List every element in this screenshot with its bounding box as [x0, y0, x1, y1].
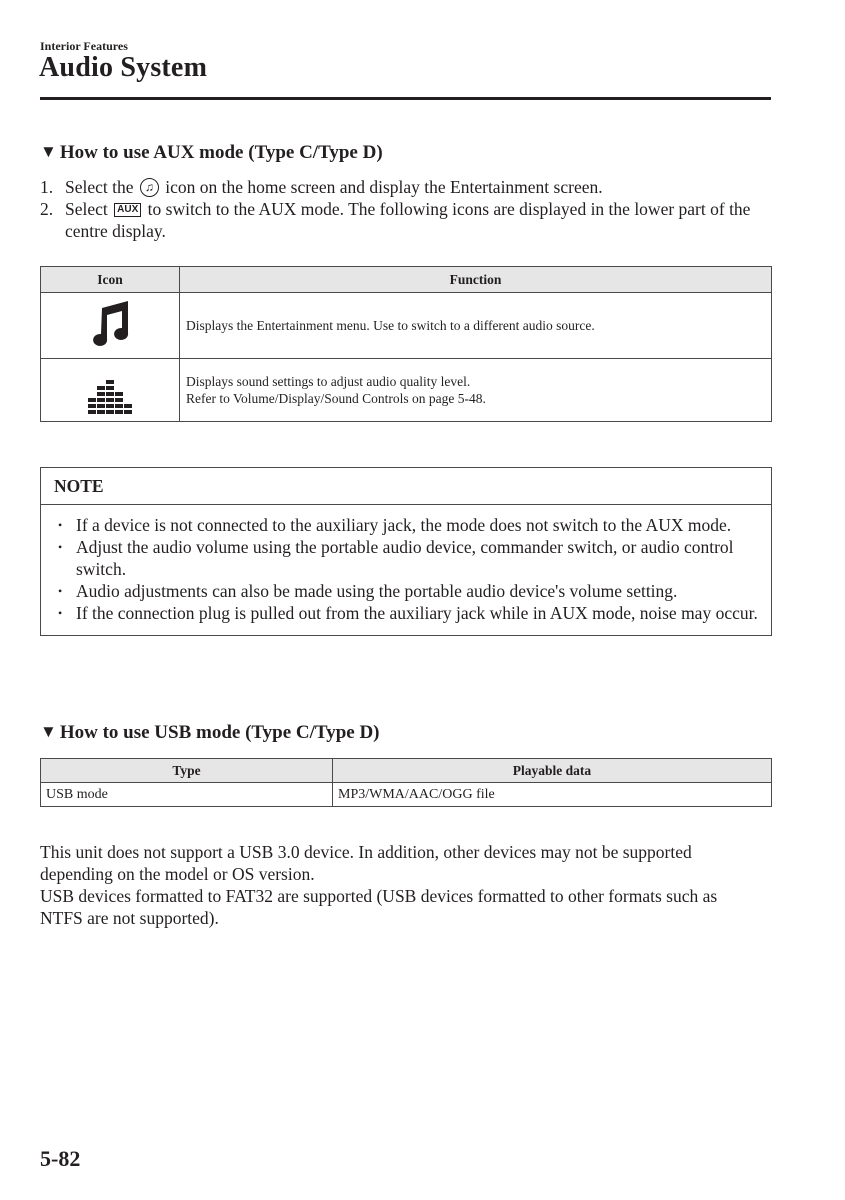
type-cell: USB mode: [40, 782, 333, 807]
step-item: 2. Select AUX to switch to the AUX mode.…: [40, 198, 780, 242]
icon-cell: [40, 358, 180, 422]
icon-function-table: Icon Function Displays the Entertainment…: [40, 266, 772, 422]
note-text: If the connection plug is pulled out fro…: [76, 603, 758, 623]
note-text: If a device is not connected to the auxi…: [76, 515, 732, 535]
bullet-icon: •: [58, 584, 63, 598]
page-title: Audio System: [39, 52, 208, 83]
note-item: • Adjust the audio volume using the port…: [58, 536, 761, 580]
note-text: Adjust the audio volume using the portab…: [76, 537, 734, 579]
step-text-before: Select: [65, 199, 108, 219]
usb-heading-text: How to use USB mode (Type C/Type D): [59, 722, 380, 743]
bullet-icon: •: [58, 540, 63, 554]
note-item: • If the connection plug is pulled out f…: [58, 602, 761, 624]
step-text-after: icon on the home screen and display the …: [165, 177, 603, 197]
step-text: Select AUX to switch to the AUX mode. Th…: [65, 198, 780, 242]
step-number: 2.: [40, 199, 54, 219]
function-cell: Displays sound settings to adjust audio …: [179, 358, 772, 422]
aux-heading: ▼ How to use AUX mode (Type C/Type D): [40, 142, 383, 164]
icon-cell: [40, 292, 180, 359]
music-note-circle-icon: ♫: [139, 177, 159, 197]
note-text: Audio adjustments can also be made using…: [76, 581, 678, 601]
aux-button-icon: AUX: [114, 203, 142, 217]
paragraph: This unit does not support a USB 3.0 dev…: [40, 842, 692, 884]
function-text: Displays the Entertainment menu. Use to …: [186, 318, 595, 333]
bullet-icon: •: [58, 518, 63, 532]
note-item: • Audio adjustments can also be made usi…: [58, 580, 761, 602]
table-row: USB mode MP3/WMA/AAC/OGG file: [40, 782, 772, 807]
column-header-playable-data: Playable data: [332, 758, 772, 783]
step-text: Select the ♫ icon on the home screen and…: [65, 176, 603, 198]
step-item: 1. Select the ♫ icon on the home screen …: [40, 176, 780, 198]
triangle-bullet-icon: ▼: [40, 142, 57, 161]
step-text-after: to switch to the AUX mode. The following…: [65, 199, 751, 241]
usb-playable-data-table: Type Playable data USB mode MP3/WMA/AAC/…: [40, 758, 772, 807]
title-divider: [40, 97, 771, 100]
column-header-type: Type: [40, 758, 333, 783]
step-text-before: Select the: [65, 177, 134, 197]
music-note-icon: [93, 301, 129, 346]
page-reference-text: Refer to Volume/Display/Sound Controls o…: [186, 391, 486, 406]
usb-support-text: This unit does not support a USB 3.0 dev…: [40, 841, 780, 929]
function-text: Displays sound settings to adjust audio …: [186, 374, 471, 389]
column-header-function: Function: [179, 266, 772, 293]
usb-heading: ▼ How to use USB mode (Type C/Type D): [40, 722, 380, 744]
step-number: 1.: [40, 177, 54, 197]
function-cell: Displays the Entertainment menu. Use to …: [179, 292, 772, 359]
column-header-icon: Icon: [40, 266, 180, 293]
sound-settings-equalizer-icon: [88, 380, 132, 414]
note-box: NOTE • If a device is not connected to t…: [40, 467, 772, 636]
note-item: • If a device is not connected to the au…: [58, 514, 761, 536]
paragraph: USB devices formatted to FAT32 are suppo…: [40, 886, 718, 928]
table-header-row: Icon Function: [40, 266, 772, 293]
aux-steps-list: 1. Select the ♫ icon on the home screen …: [40, 176, 780, 242]
playable-data-cell: MP3/WMA/AAC/OGG file: [332, 782, 772, 807]
note-title: NOTE: [41, 468, 771, 505]
table-row: Displays sound settings to adjust audio …: [40, 358, 772, 422]
aux-heading-text: How to use AUX mode (Type C/Type D): [59, 142, 383, 163]
triangle-bullet-icon: ▼: [40, 722, 57, 741]
page-number: 5-82: [40, 1146, 81, 1171]
note-list: • If a device is not connected to the au…: [41, 505, 771, 635]
table-row: Displays the Entertainment menu. Use to …: [40, 292, 772, 359]
table-header-row: Type Playable data: [40, 758, 772, 783]
bullet-icon: •: [58, 606, 63, 620]
